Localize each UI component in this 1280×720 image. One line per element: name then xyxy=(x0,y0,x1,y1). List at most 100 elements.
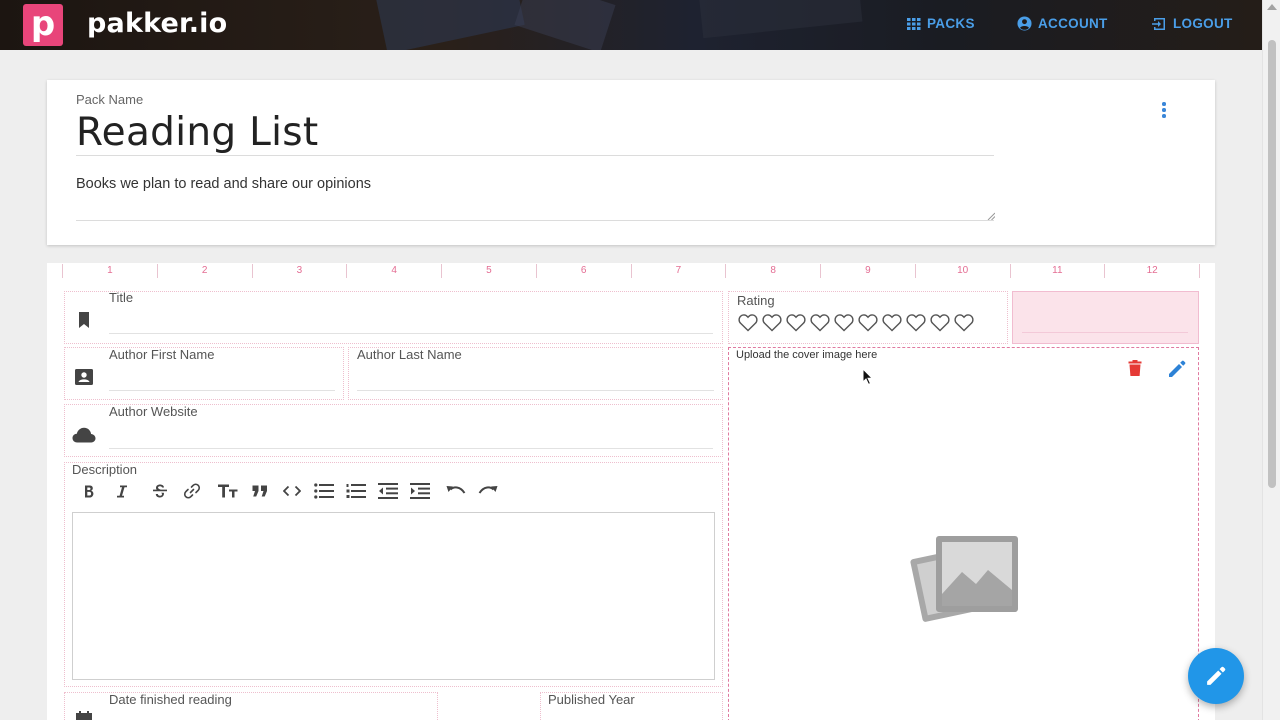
link-icon xyxy=(183,483,201,499)
title-label: Title xyxy=(109,290,134,305)
grid-column-10: 10 xyxy=(914,264,1010,278)
outdent-icon xyxy=(378,483,398,499)
grid-column-1: 1 xyxy=(62,264,157,278)
strikethrough-button[interactable] xyxy=(144,480,176,502)
title-field-cell[interactable] xyxy=(64,291,723,344)
bold-icon xyxy=(85,485,94,497)
heart-icon[interactable] xyxy=(786,314,806,332)
grid-column-6: 6 xyxy=(535,264,631,278)
grid-icon xyxy=(907,17,921,30)
heart-icon[interactable] xyxy=(762,314,782,332)
pack-name-underline xyxy=(76,155,994,156)
undo-button[interactable] xyxy=(440,480,472,502)
delete-icon[interactable] xyxy=(1128,360,1142,376)
heart-icon[interactable] xyxy=(930,314,950,332)
page-scrollbar[interactable] xyxy=(1262,0,1280,720)
logout-icon xyxy=(1152,17,1165,30)
date-finished-label: Date finished reading xyxy=(109,692,232,707)
scroll-up-arrow-icon[interactable] xyxy=(1267,4,1277,10)
italic-icon xyxy=(117,485,127,497)
author-first-name-label: Author First Name xyxy=(109,347,215,362)
heart-icon[interactable] xyxy=(810,314,830,332)
author-last-name-input[interactable] xyxy=(357,390,714,391)
bullet-list-icon xyxy=(314,483,334,499)
author-first-name-input[interactable] xyxy=(109,390,335,391)
heart-icon[interactable] xyxy=(906,314,926,332)
quote-icon xyxy=(252,485,267,497)
grid-column-2: 2 xyxy=(156,264,252,278)
bullet-list-button[interactable] xyxy=(308,480,340,502)
author-website-input[interactable] xyxy=(109,448,713,449)
cover-upload-label: Upload the cover image here xyxy=(736,349,878,361)
bookmark-icon xyxy=(79,312,89,328)
grid-column-4: 4 xyxy=(346,264,441,278)
selected-cell-underline xyxy=(1022,332,1188,333)
description-editor[interactable] xyxy=(72,512,715,680)
redo-icon xyxy=(478,486,498,494)
more-options-icon[interactable] xyxy=(1160,102,1168,120)
title-input[interactable] xyxy=(109,333,713,334)
pack-header-card: Pack Name Reading List Books we plan to … xyxy=(47,80,1215,245)
description-label: Description xyxy=(72,462,138,477)
bold-button[interactable] xyxy=(78,480,100,502)
numbered-list-button[interactable] xyxy=(340,480,372,502)
pack-description-underline xyxy=(76,220,994,221)
account-circle-icon xyxy=(1017,16,1032,31)
pack-name-label: Pack Name xyxy=(76,92,144,107)
calendar-icon xyxy=(76,711,92,720)
rating-label: Rating xyxy=(737,293,775,308)
contact-card-icon xyxy=(75,369,93,385)
quote-button[interactable] xyxy=(244,480,276,502)
pack-description-input[interactable]: Books we plan to read and share our opin… xyxy=(76,176,371,192)
heart-icon[interactable] xyxy=(834,314,854,332)
mouse-cursor-icon xyxy=(862,368,874,386)
numbered-list-icon xyxy=(346,484,366,498)
rich-text-toolbar xyxy=(78,480,504,502)
italic-button[interactable] xyxy=(100,480,144,502)
nav-logout-link[interactable]: LOGOUT xyxy=(1152,16,1233,31)
nav-account-label: ACCOUNT xyxy=(1038,16,1108,31)
pack-name-input[interactable]: Reading List xyxy=(76,110,318,155)
nav-logout-label: LOGOUT xyxy=(1173,16,1233,31)
logo[interactable]: p xyxy=(23,4,63,46)
nav-packs-label: PACKS xyxy=(927,16,975,31)
grid-column-9: 9 xyxy=(820,264,915,278)
heading-button[interactable] xyxy=(212,480,244,502)
cloud-icon xyxy=(72,427,96,443)
code-button[interactable] xyxy=(276,480,308,502)
heading-icon xyxy=(218,484,238,498)
grid-column-8: 8 xyxy=(725,264,820,278)
grid-column-11: 11 xyxy=(1009,264,1105,278)
grid-column-3: 3 xyxy=(251,264,347,278)
image-placeholder-icon xyxy=(910,536,1018,622)
heart-icon[interactable] xyxy=(858,314,878,332)
indent-button[interactable] xyxy=(404,480,436,502)
edit-pencil-icon[interactable] xyxy=(1168,360,1186,378)
heart-icon[interactable] xyxy=(738,314,758,332)
brand-name[interactable]: pakker.io xyxy=(87,8,227,39)
heart-icon[interactable] xyxy=(882,314,902,332)
redo-button[interactable] xyxy=(472,480,504,502)
grid-column-5: 5 xyxy=(441,264,536,278)
outdent-button[interactable] xyxy=(372,480,404,502)
grid-ruler: 1 2 3 4 5 6 7 8 9 10 11 12 xyxy=(62,264,1200,278)
code-icon xyxy=(283,485,301,497)
undo-icon xyxy=(446,486,466,494)
strikethrough-icon xyxy=(153,484,167,498)
indent-icon xyxy=(410,483,430,499)
grid-column-12: 12 xyxy=(1104,264,1200,278)
edit-fab-button[interactable] xyxy=(1188,648,1244,704)
link-button[interactable] xyxy=(176,480,208,502)
selected-empty-cell[interactable] xyxy=(1012,291,1199,344)
published-year-label: Published Year xyxy=(548,692,635,707)
grid-column-7: 7 xyxy=(630,264,726,278)
author-website-label: Author Website xyxy=(109,404,198,419)
nav-account-link[interactable]: ACCOUNT xyxy=(1017,16,1108,31)
rating-hearts[interactable] xyxy=(738,314,974,332)
heart-icon[interactable] xyxy=(954,314,974,332)
top-bar: p pakker.io PACKS ACCOUNT LOGOUT xyxy=(0,0,1262,50)
scrollbar-thumb[interactable] xyxy=(1268,40,1276,488)
nav-packs-link[interactable]: PACKS xyxy=(907,16,975,31)
resize-handle-icon[interactable] xyxy=(987,212,995,220)
edit-pencil-icon xyxy=(1207,666,1226,685)
